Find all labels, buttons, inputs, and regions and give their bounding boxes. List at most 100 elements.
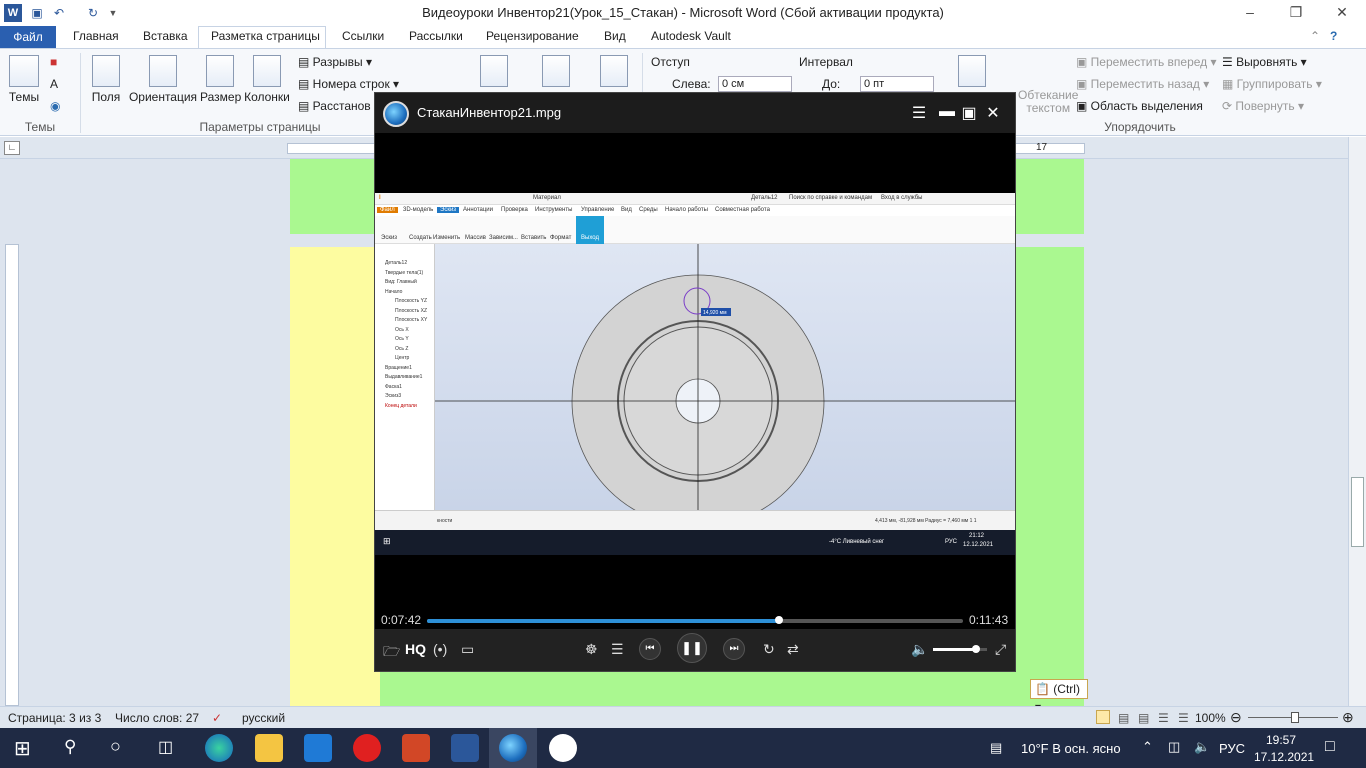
vertical-scrollbar[interactable] xyxy=(1348,137,1366,706)
columns-button[interactable]: Колонки xyxy=(243,55,291,104)
player-title-bar[interactable]: СтаканИнвентор21.mpg ☰ ▬ ▣ ✕ xyxy=(375,93,1015,133)
send-backward-button[interactable]: ▣ Переместить назад ▾ xyxy=(1076,77,1209,91)
repeat-icon[interactable]: ↻ xyxy=(763,641,775,658)
indent-left-input[interactable]: 0 см xyxy=(718,76,792,92)
watermark-button[interactable] xyxy=(480,55,508,90)
tab-file[interactable]: Файл xyxy=(0,26,56,48)
outline-icon[interactable]: ☰ xyxy=(1158,711,1169,725)
player-maximize-button[interactable]: ▣ xyxy=(959,103,979,123)
cortana-icon[interactable]: ○ xyxy=(110,736,121,757)
hq-button[interactable]: HQ xyxy=(405,641,426,657)
tab-page-layout[interactable]: Разметка страницы xyxy=(211,29,320,43)
pause-button[interactable]: ❚❚ xyxy=(677,633,707,663)
tab-insert[interactable]: Вставка xyxy=(143,29,188,43)
theme-colors-icon[interactable]: ■ xyxy=(50,55,57,69)
themes-button[interactable]: Темы xyxy=(6,55,42,104)
minimize-ribbon-icon[interactable]: ⌃ xyxy=(1310,29,1320,43)
edge-icon[interactable] xyxy=(205,734,233,762)
zoom-level[interactable]: 100% xyxy=(1195,711,1226,725)
search-icon[interactable]: ⚲ xyxy=(64,737,76,757)
start-icon[interactable]: ⊞ xyxy=(14,736,31,761)
selection-pane-button[interactable]: ▣ Область выделения xyxy=(1076,99,1203,113)
player-minimize-button[interactable]: ▬ xyxy=(937,103,957,121)
tab-mailings[interactable]: Рассылки xyxy=(409,29,463,43)
wrap-text-button[interactable]: Обтекание текстом xyxy=(1018,89,1078,115)
screen-icon[interactable]: ▭ xyxy=(461,641,474,658)
bring-forward-button[interactable]: ▣ Переместить вперед ▾ xyxy=(1076,55,1217,69)
word-taskbar-icon[interactable] xyxy=(451,734,479,762)
page-color-button[interactable] xyxy=(542,55,570,90)
hyphenation-button[interactable]: ▤ Расстанов xyxy=(298,99,371,113)
network-icon[interactable]: ◫ xyxy=(1168,739,1180,755)
tab-review[interactable]: Рецензирование xyxy=(486,29,579,43)
position-button[interactable] xyxy=(958,55,986,90)
breaks-button[interactable]: ▤ Разрывы ▾ xyxy=(298,55,372,69)
seek-track[interactable] xyxy=(427,616,963,624)
clock-time[interactable]: 19:57 xyxy=(1266,733,1296,747)
page-borders-button[interactable] xyxy=(600,55,628,90)
volume-tray-icon[interactable]: 🔈 xyxy=(1194,739,1210,755)
language-status[interactable]: русский xyxy=(242,711,285,725)
draft-icon[interactable]: ☰ xyxy=(1178,711,1189,725)
equalizer-icon[interactable]: ☰ xyxy=(611,641,624,658)
fullscreen-icon[interactable]: ⤢ xyxy=(995,641,1006,658)
rotate-button[interactable]: ⟳ Повернуть ▾ xyxy=(1222,99,1304,113)
tab-view[interactable]: Вид xyxy=(604,29,626,43)
close-button[interactable]: ✕ xyxy=(1330,4,1354,22)
player-close-button[interactable]: ✕ xyxy=(983,103,1003,123)
settings-icon[interactable]: ☸ xyxy=(585,641,598,658)
reading-mode-icon[interactable]: ▤ xyxy=(1118,711,1129,725)
notifications-icon[interactable]: □ xyxy=(1325,738,1335,756)
zoom-slider-handle[interactable] xyxy=(1291,712,1299,723)
weather-widget[interactable]: 10°F В осн. ясно xyxy=(1021,741,1121,756)
open-file-icon[interactable]: 🗁 xyxy=(383,641,400,665)
theme-fonts-icon[interactable]: A xyxy=(50,77,58,91)
opera-icon[interactable] xyxy=(353,734,381,762)
print-layout-icon[interactable] xyxy=(1096,710,1110,724)
broadcast-icon[interactable]: (•) xyxy=(433,641,447,657)
tab-selector[interactable]: ∟ xyxy=(4,141,20,155)
media-player-taskbar-icon[interactable] xyxy=(499,734,527,762)
zoom-out-button[interactable]: ⊖ xyxy=(1230,709,1242,726)
orientation-button[interactable]: Ориентация xyxy=(128,55,198,104)
web-layout-icon[interactable]: ▤ xyxy=(1138,711,1149,725)
video-frame[interactable]: I Материал Деталь12 Поиск по справке и к… xyxy=(375,193,1015,555)
proofing-icon[interactable]: ✓ xyxy=(212,711,222,725)
tab-home[interactable]: Главная xyxy=(73,29,119,43)
line-numbers-button[interactable]: ▤ Номера строк ▾ xyxy=(298,77,399,91)
scrollbar-thumb[interactable] xyxy=(1351,477,1364,547)
group-button[interactable]: ▦ Группировать ▾ xyxy=(1222,77,1322,91)
margins-button[interactable]: Поля xyxy=(88,55,124,104)
spacing-before-input[interactable]: 0 пт xyxy=(860,76,934,92)
powerpoint-icon[interactable] xyxy=(402,734,430,762)
yandex-browser-icon[interactable] xyxy=(549,734,577,762)
weather-icon[interactable]: ▤ xyxy=(990,740,1002,756)
next-button[interactable]: ⏭ xyxy=(723,638,745,660)
tray-chevron-icon[interactable]: ⌃ xyxy=(1142,739,1153,755)
help-icon[interactable]: ? xyxy=(1330,29,1337,43)
zoom-in-button[interactable]: ⊕ xyxy=(1342,709,1354,726)
language-indicator[interactable]: РУС xyxy=(1219,741,1245,756)
previous-button[interactable]: ⏮ xyxy=(639,638,661,660)
size-button[interactable]: Размер xyxy=(200,55,241,104)
seek-bar[interactable] xyxy=(375,611,1015,629)
theme-effects-icon[interactable]: ◉ xyxy=(50,99,60,113)
playlist-icon[interactable]: ☰ xyxy=(909,103,929,123)
volume-handle[interactable] xyxy=(972,645,981,653)
tab-references[interactable]: Ссылки xyxy=(342,29,384,43)
mail-icon[interactable] xyxy=(304,734,332,762)
word-count[interactable]: Число слов: 27 xyxy=(115,711,199,725)
minimize-button[interactable]: – xyxy=(1238,4,1262,22)
video-player-window[interactable]: СтаканИнвентор21.mpg ☰ ▬ ▣ ✕ I Материал … xyxy=(374,92,1016,672)
restore-button[interactable]: ❐ xyxy=(1284,4,1308,22)
volume-slider[interactable] xyxy=(933,645,987,653)
file-explorer-icon[interactable] xyxy=(255,734,283,762)
clock-date[interactable]: 17.12.2021 xyxy=(1254,750,1314,764)
paste-options-button[interactable]: 📋 (Ctrl) ▾ xyxy=(1030,679,1088,714)
task-view-icon[interactable]: ◫ xyxy=(158,737,173,757)
tab-autodesk-vault[interactable]: Autodesk Vault xyxy=(651,29,731,43)
seek-handle[interactable] xyxy=(775,616,784,624)
shuffle-icon[interactable]: ⇄ xyxy=(787,641,799,658)
volume-icon[interactable]: 🔈 xyxy=(911,641,928,658)
page-count[interactable]: Страница: 3 из 3 xyxy=(8,711,101,725)
